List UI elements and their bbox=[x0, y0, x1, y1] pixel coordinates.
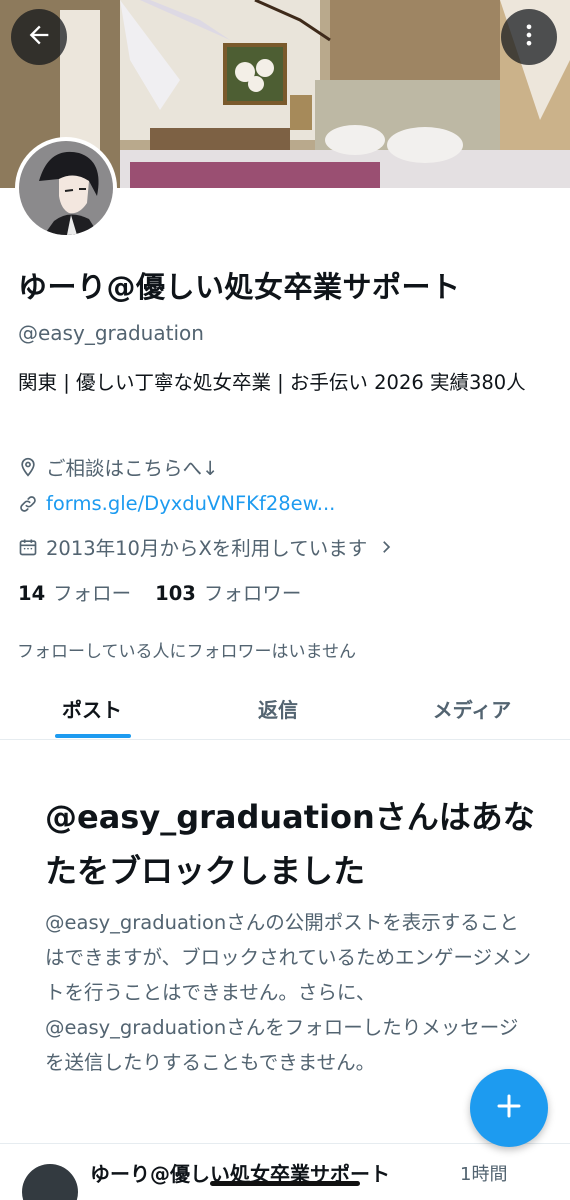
active-tab-indicator bbox=[55, 734, 131, 738]
location-row: ご相談はこちらへ↓ bbox=[18, 452, 218, 481]
compose-post-button[interactable] bbox=[470, 1069, 548, 1147]
link-icon bbox=[18, 494, 38, 514]
joined-date-text: 2013年10月からXを利用しています bbox=[46, 537, 368, 560]
followers-label: フォロワー bbox=[203, 582, 302, 605]
avatar-image bbox=[19, 141, 113, 235]
tab-posts[interactable]: ポスト bbox=[30, 678, 154, 739]
post-preview-row[interactable]: ゆーり@優しい処女卒業サポート 1時間 bbox=[0, 1143, 570, 1200]
following-link[interactable]: 14 フォロー bbox=[18, 577, 131, 606]
location-text: ご相談はこちらへ↓ bbox=[46, 457, 219, 480]
blocked-description: @easy_graduationさんの公開ポストを表示することはできますが、ブロ… bbox=[45, 911, 532, 1074]
profile-avatar[interactable] bbox=[15, 137, 117, 239]
profile-bio: 関東 | 優しい丁寧な処女卒業 | お手伝い 2026 実績380人 bbox=[18, 371, 526, 394]
followers-count: 103 bbox=[155, 582, 196, 605]
more-vertical-icon bbox=[515, 21, 543, 53]
user-handle: @easy_graduation bbox=[18, 321, 204, 345]
blocked-title: @easy_graduationさんはあなたをブロックしました bbox=[45, 798, 535, 890]
following-label: フォロー bbox=[53, 582, 132, 605]
location-pin-icon bbox=[18, 457, 38, 477]
home-indicator[interactable] bbox=[210, 1181, 360, 1186]
back-button[interactable] bbox=[11, 9, 67, 65]
followers-link[interactable]: 103 フォロワー bbox=[155, 577, 301, 606]
post-timestamp: 1時間 bbox=[460, 1164, 508, 1185]
more-options-button[interactable] bbox=[501, 9, 557, 65]
following-count: 14 bbox=[18, 582, 46, 605]
post-avatar bbox=[22, 1164, 78, 1200]
website-link[interactable]: forms.gle/DyxduVNFKf28ew... bbox=[46, 492, 335, 515]
mutual-followers-note: フォローしている人にフォロワーはいません bbox=[17, 642, 356, 662]
tab-media[interactable]: メディア bbox=[400, 678, 544, 739]
follow-stats: 14 フォロー 103 フォロワー bbox=[18, 577, 325, 606]
calendar-icon bbox=[18, 537, 38, 557]
chevron-right-icon bbox=[377, 538, 395, 556]
profile-tabs: ポスト 返信 メディア bbox=[0, 678, 570, 740]
website-row: forms.gle/DyxduVNFKf28ew... bbox=[18, 492, 335, 515]
arrow-left-icon bbox=[25, 21, 53, 53]
tab-replies[interactable]: 返信 bbox=[205, 678, 351, 739]
joined-row[interactable]: 2013年10月からXを利用しています bbox=[18, 532, 395, 561]
plus-icon bbox=[494, 1091, 524, 1125]
display-name: ゆーり@優しい処女卒業サポート bbox=[18, 270, 461, 304]
